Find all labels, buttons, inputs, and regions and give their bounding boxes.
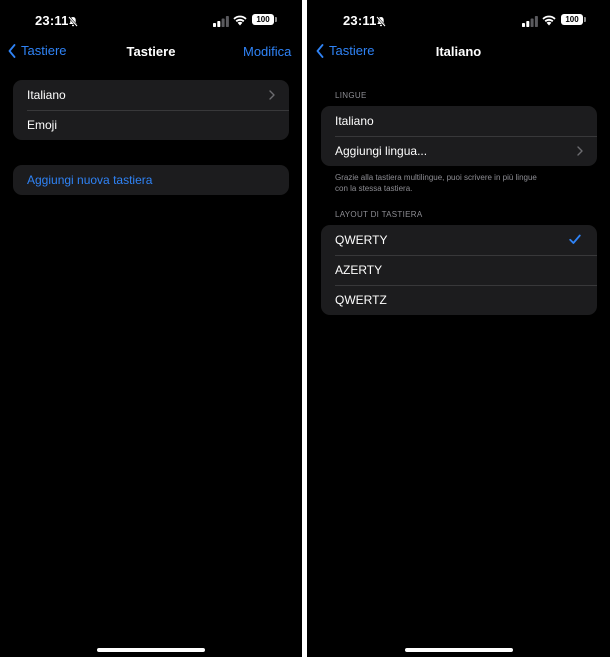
layout-row-qwertz[interactable]: QWERTZ xyxy=(321,285,597,315)
layout-row-qwerty[interactable]: QWERTY xyxy=(321,225,597,255)
add-language-label: Aggiungi lingua... xyxy=(335,144,428,158)
chevron-right-icon xyxy=(577,146,583,156)
footnote-line: Grazie alla tastiera multilingue, puoi s… xyxy=(335,173,537,182)
cellular-signal-icon xyxy=(213,14,229,32)
keyboard-row-emoji[interactable]: Emoji xyxy=(13,110,289,140)
wifi-icon xyxy=(232,13,248,31)
home-indicator[interactable] xyxy=(405,648,513,652)
battery-icon: 100 xyxy=(561,14,586,25)
language-row-italiano[interactable]: Italiano xyxy=(321,106,597,136)
status-bar: 23:11 100 xyxy=(307,0,610,40)
languages-list: Italiano Aggiungi lingua... xyxy=(321,106,597,166)
wifi-icon xyxy=(541,13,557,31)
home-indicator[interactable] xyxy=(97,648,205,652)
keyboards-list: Italiano Emoji xyxy=(13,80,289,140)
bell-slash-icon xyxy=(68,14,78,32)
italian-keyboard-screen: 23:11 100 Tastiere Italiano LINGUE Itali… xyxy=(307,0,610,657)
status-bar: 23:11 100 xyxy=(0,0,302,40)
navigation-bar: Tastiere Italiano xyxy=(307,40,610,64)
layout-row-azerty[interactable]: AZERTY xyxy=(321,255,597,285)
layout-row-label: QWERTZ xyxy=(335,293,387,307)
chevron-right-icon xyxy=(269,90,275,100)
navigation-bar: Tastiere Tastiere Modifica xyxy=(0,40,302,64)
status-time: 23:11 xyxy=(35,13,69,28)
footnote-line: con la stessa tastiera. xyxy=(335,184,413,193)
status-time: 23:11 xyxy=(343,13,377,28)
bell-slash-icon xyxy=(376,14,386,32)
languages-section-header: LINGUE xyxy=(335,91,367,100)
add-keyboard-group: Aggiungi nuova tastiera xyxy=(13,165,289,195)
language-row-label: Italiano xyxy=(335,114,374,128)
add-new-keyboard-button[interactable]: Aggiungi nuova tastiera xyxy=(13,165,289,195)
keyboard-row-label: Emoji xyxy=(27,118,58,132)
keyboard-row-label: Italiano xyxy=(27,88,66,102)
languages-footnote: Grazie alla tastiera multilingue, puoi s… xyxy=(335,172,595,194)
edit-button[interactable]: Modifica xyxy=(243,44,291,59)
keyboards-screen: 23:11 100 Tastiere Tastiere Modifica Ita… xyxy=(0,0,302,657)
layout-row-label: AZERTY xyxy=(335,263,383,277)
checkmark-icon xyxy=(569,234,581,244)
keyboard-layout-list: QWERTY AZERTY QWERTZ xyxy=(321,225,597,315)
keyboard-row-italiano[interactable]: Italiano xyxy=(13,80,289,110)
keyboard-layout-section-header: LAYOUT DI TASTIERA xyxy=(335,210,423,219)
add-language-button[interactable]: Aggiungi lingua... xyxy=(321,136,597,166)
page-title: Italiano xyxy=(435,44,482,59)
cellular-signal-icon xyxy=(522,14,538,32)
layout-row-label: QWERTY xyxy=(335,233,388,247)
battery-icon: 100 xyxy=(252,14,277,25)
